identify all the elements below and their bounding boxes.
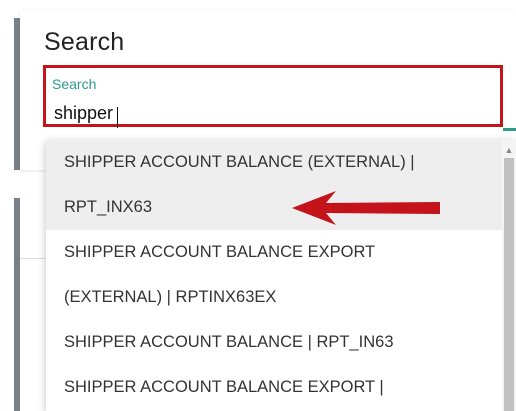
- scrollbar-thumb[interactable]: [504, 158, 514, 411]
- option-text-line: SHIPPER ACCOUNT BALANCE EXPORT: [64, 243, 376, 261]
- search-field[interactable]: Search: [43, 65, 503, 127]
- option-text-line: SHIPPER ACCOUNT BALANCE | RPT_IN63: [64, 333, 394, 351]
- search-field-label: Search: [52, 76, 97, 92]
- search-field-underline: [503, 128, 516, 131]
- search-card-title: Search: [44, 28, 125, 56]
- red-arrow-icon: [292, 191, 440, 225]
- chevron-up-icon[interactable]: ▲: [504, 146, 514, 155]
- autocomplete-option[interactable]: SHIPPER ACCOUNT BALANCE | RPT_IN63: [46, 320, 502, 365]
- autocomplete-dropdown: SHIPPER ACCOUNT BALANCE (EXTERNAL) | RPT…: [46, 140, 516, 411]
- option-text-line: SHIPPER ACCOUNT BALANCE (EXTERNAL) |: [64, 153, 415, 171]
- option-text-line: SHIPPER ACCOUNT BALANCE EXPORT |: [64, 378, 384, 396]
- option-text-line: (EXTERNAL) | RPTINX63EX: [64, 288, 277, 306]
- dropdown-scrollbar[interactable]: ▲: [502, 140, 516, 411]
- text-caret: [117, 107, 118, 128]
- autocomplete-option[interactable]: SHIPPER ACCOUNT BALANCE EXPORT (EXTERNAL…: [46, 230, 502, 320]
- autocomplete-list: SHIPPER ACCOUNT BALANCE (EXTERNAL) | RPT…: [46, 140, 502, 410]
- autocomplete-option[interactable]: SHIPPER ACCOUNT BALANCE EXPORT |: [46, 365, 502, 410]
- page: Search Search SHIPPER ACCOUNT BALANCE (E…: [0, 0, 516, 411]
